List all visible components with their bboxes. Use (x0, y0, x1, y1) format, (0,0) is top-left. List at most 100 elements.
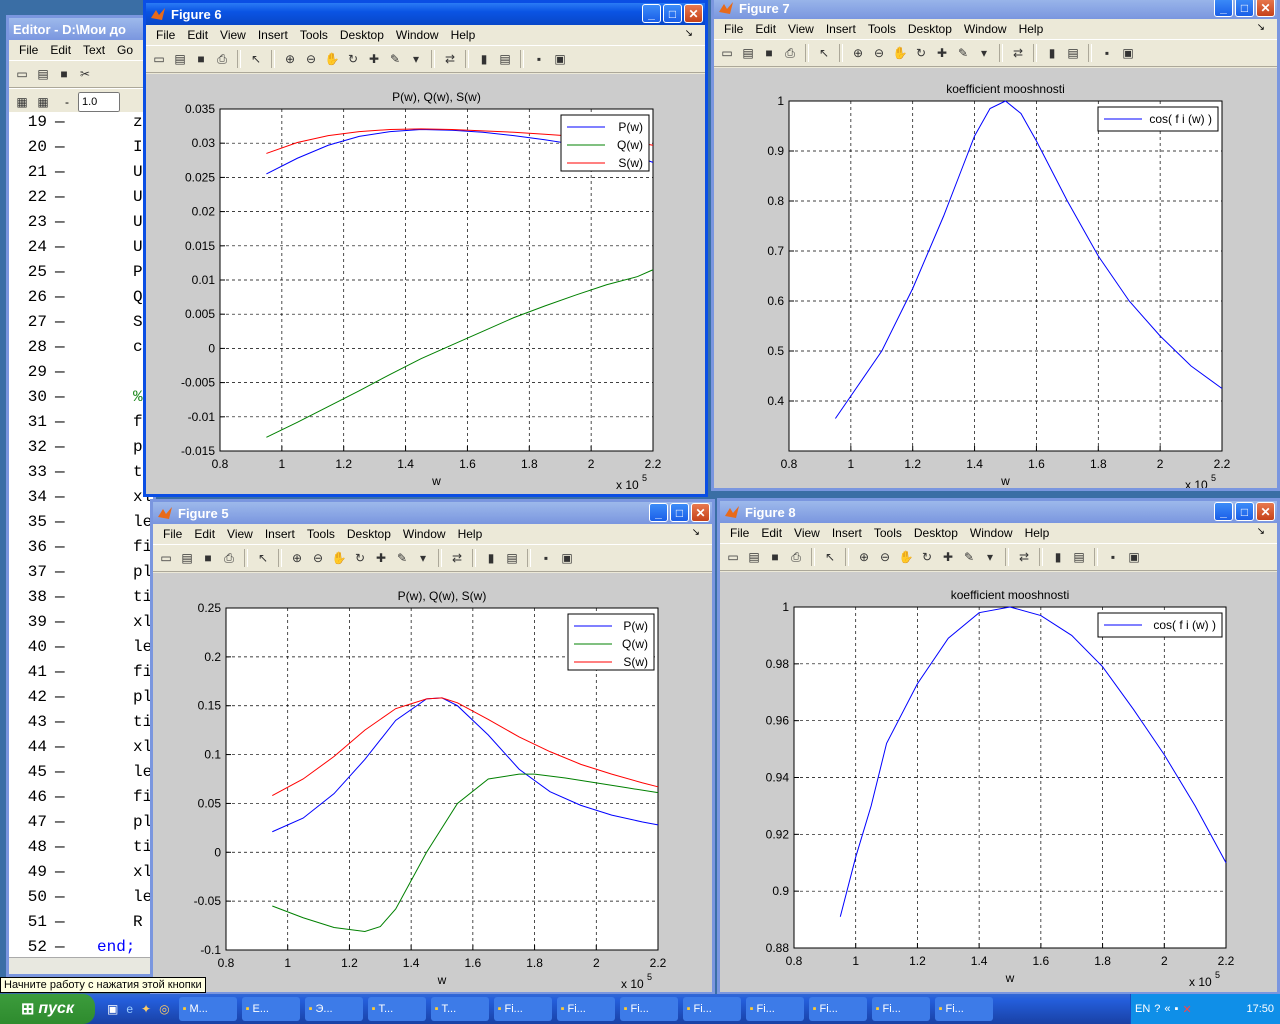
taskbar-item[interactable]: ▪ T... (430, 997, 489, 1021)
menu-tools[interactable]: Tools (862, 22, 902, 36)
code-line[interactable]: 29 — (9, 360, 153, 385)
editor-menu-file[interactable]: File (13, 43, 44, 57)
data-cursor-icon[interactable]: ✚ (365, 50, 383, 68)
colorbar-icon[interactable]: ▮ (475, 50, 493, 68)
figure-7-window[interactable]: Figure 7 _ □ ✕ File Edit View Insert Tools De… (711, 0, 1280, 491)
tray-arrow-icon[interactable]: « (1164, 1003, 1170, 1015)
brush-icon[interactable]: ✎ (393, 549, 411, 567)
code-line[interactable]: 45— le (9, 760, 153, 785)
zoom-out-icon[interactable]: ⊖ (302, 50, 320, 68)
brush-icon[interactable]: ✎ (954, 44, 972, 62)
figure-5-window[interactable]: Figure 5 _ □ ✕ File Edit View Insert Tools De… (150, 499, 715, 995)
data-cursor-icon[interactable]: ✚ (933, 44, 951, 62)
editor-titlebar[interactable]: Editor - D:\Мои до (9, 18, 153, 40)
legend-icon[interactable]: ▤ (503, 549, 521, 567)
minimize-icon[interactable]: _ (642, 4, 661, 23)
data-cursor-icon[interactable]: ✚ (372, 549, 390, 567)
taskbar-item[interactable]: ▪ Fi... (934, 997, 993, 1021)
code-line[interactable]: 24—UX (9, 235, 153, 260)
menu-window[interactable]: Window (964, 526, 1019, 540)
taskbar-item[interactable]: ▪ Fi... (556, 997, 615, 1021)
figure-8-window[interactable]: Figure 8 _ □ ✕ File Edit View Insert Tools De… (717, 498, 1280, 995)
menu-desktop[interactable]: Desktop (341, 527, 397, 541)
minimize-icon[interactable]: _ (1214, 502, 1233, 521)
dropdown-arrow-icon[interactable]: ▾ (414, 549, 432, 567)
print-icon[interactable]: ⎙ (213, 50, 231, 68)
code-line[interactable]: 43— ti (9, 710, 153, 735)
menu-help[interactable]: Help (452, 527, 489, 541)
menu-file[interactable]: File (150, 28, 181, 42)
colorbar-icon[interactable]: ▮ (1043, 44, 1061, 62)
menu-view[interactable]: View (214, 28, 252, 42)
open-file-icon[interactable]: ▤ (171, 50, 189, 68)
code-line[interactable]: 30—%I (9, 385, 153, 410)
menu-help[interactable]: Help (1019, 526, 1056, 540)
ie-icon[interactable]: e (126, 1002, 133, 1016)
code-line[interactable]: 23—UR (9, 210, 153, 235)
data-cursor-icon[interactable]: ✚ (939, 548, 957, 566)
pan-hand-icon[interactable]: ✋ (330, 549, 348, 567)
show-plot-tools-icon[interactable]: ▣ (551, 50, 569, 68)
hide-plot-tools-icon[interactable]: ▪ (530, 50, 548, 68)
menu-desktop[interactable]: Desktop (908, 526, 964, 540)
new-figure-icon[interactable]: ▭ (724, 548, 742, 566)
language-indicator[interactable]: EN (1135, 1003, 1150, 1015)
menu-window[interactable]: Window (397, 527, 452, 541)
save-figure-icon[interactable]: ■ (760, 44, 778, 62)
dock-arrow-icon[interactable]: ↘ (1251, 526, 1271, 537)
legend-icon[interactable]: ▤ (1064, 44, 1082, 62)
menu-file[interactable]: File (724, 526, 755, 540)
menu-file[interactable]: File (718, 22, 749, 36)
quicklaunch-icon[interactable]: ▣ (107, 1002, 118, 1016)
menu-insert[interactable]: Insert (252, 28, 294, 42)
new-figure-icon[interactable]: ▭ (157, 549, 175, 567)
dropdown-arrow-icon[interactable]: ▾ (975, 44, 993, 62)
menu-tools[interactable]: Tools (868, 526, 908, 540)
figure-8-titlebar[interactable]: Figure 8 _ □ ✕ (720, 501, 1277, 523)
pan-hand-icon[interactable]: ✋ (323, 50, 341, 68)
close-icon[interactable]: ✕ (691, 503, 710, 522)
code-line[interactable]: 38— ti (9, 585, 153, 610)
hide-plot-tools-icon[interactable]: ▪ (537, 549, 555, 567)
cell-icon[interactable]: ▦ (13, 93, 31, 111)
code-line[interactable]: 39— xl (9, 610, 153, 635)
menu-tools[interactable]: Tools (301, 527, 341, 541)
dock-arrow-icon[interactable]: ↘ (686, 527, 706, 538)
new-file-icon[interactable]: ▭ (13, 65, 31, 83)
code-line[interactable]: 33—ti (9, 460, 153, 485)
editor-menu-text[interactable]: Text (77, 43, 111, 57)
close-icon[interactable]: ✕ (684, 4, 703, 23)
code-line[interactable]: 41— fi (9, 660, 153, 685)
menu-desktop[interactable]: Desktop (334, 28, 390, 42)
rotate-3d-icon[interactable]: ↻ (351, 549, 369, 567)
menu-desktop[interactable]: Desktop (902, 22, 958, 36)
taskbar-item[interactable]: ▪ M... (178, 997, 237, 1021)
code-line[interactable]: 36— fi (9, 535, 153, 560)
taskbar-item[interactable]: ▪ Fi... (808, 997, 867, 1021)
link-plot-icon[interactable]: ⇄ (448, 549, 466, 567)
pan-hand-icon[interactable]: ✋ (891, 44, 909, 62)
rotate-3d-icon[interactable]: ↻ (918, 548, 936, 566)
menu-window[interactable]: Window (958, 22, 1013, 36)
zoom-minus[interactable]: - (65, 95, 69, 109)
hide-plot-tools-icon[interactable]: ▪ (1098, 44, 1116, 62)
menu-edit[interactable]: Edit (188, 527, 221, 541)
menu-insert[interactable]: Insert (259, 527, 301, 541)
save-icon[interactable]: ■ (55, 65, 73, 83)
save-figure-icon[interactable]: ■ (199, 549, 217, 567)
code-line[interactable]: 34— xl (9, 485, 153, 510)
open-file-icon[interactable]: ▤ (178, 549, 196, 567)
zoom-input[interactable] (78, 92, 120, 112)
code-line[interactable]: 35— le (9, 510, 153, 535)
zoom-in-icon[interactable]: ⊕ (849, 44, 867, 62)
menu-insert[interactable]: Insert (826, 526, 868, 540)
dropdown-arrow-icon[interactable]: ▾ (407, 50, 425, 68)
open-folder-icon[interactable]: ▤ (34, 65, 52, 83)
print-icon[interactable]: ⎙ (220, 549, 238, 567)
quicklaunch-icon[interactable]: ◎ (159, 1002, 169, 1016)
save-figure-icon[interactable]: ■ (192, 50, 210, 68)
brush-icon[interactable]: ✎ (386, 50, 404, 68)
menu-file[interactable]: File (157, 527, 188, 541)
rotate-3d-icon[interactable]: ↻ (912, 44, 930, 62)
dock-arrow-icon[interactable]: ↘ (1251, 22, 1271, 33)
